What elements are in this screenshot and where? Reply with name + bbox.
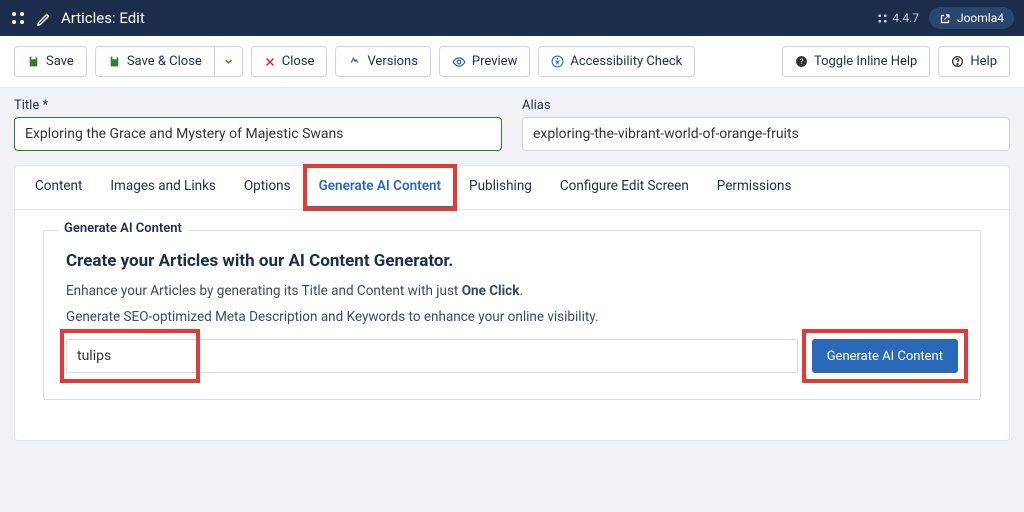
panel-heading: Create your Articles with our AI Content… xyxy=(66,251,958,271)
save-close-split: Save & Close xyxy=(95,46,243,77)
tabs: Content Images and Links Options Generat… xyxy=(15,166,1009,210)
page-title: Articles: Edit xyxy=(61,9,145,27)
toolbar: Save Save & Close Close xyxy=(0,36,1024,88)
alias-field: Alias xyxy=(522,98,1010,151)
topbar-left: Articles: Edit xyxy=(10,9,145,28)
fieldset-legend: Generate AI Content xyxy=(58,221,188,236)
help-button[interactable]: Help xyxy=(938,46,1010,77)
joomla-mini-icon xyxy=(877,11,888,25)
keyword-input-wrap xyxy=(66,339,798,373)
preview-button[interactable]: Preview xyxy=(439,46,530,77)
close-icon xyxy=(264,54,276,69)
question-icon xyxy=(951,54,964,69)
tab-publishing[interactable]: Publishing xyxy=(455,166,546,209)
generate-ai-fieldset: Generate AI Content Create your Articles… xyxy=(43,230,981,400)
title-label: Title * xyxy=(14,98,502,113)
accessibility-button[interactable]: Accessibility Check xyxy=(538,46,695,77)
toggle-inline-help-button[interactable]: ? Toggle Inline Help xyxy=(782,46,930,77)
panel-line2: Generate SEO-optimized Meta Description … xyxy=(66,309,958,325)
tab-body: Generate AI Content Create your Articles… xyxy=(15,210,1009,440)
save-close-button[interactable]: Save & Close xyxy=(95,46,214,77)
title-alias-row: Title * Alias xyxy=(0,88,1024,151)
title-field: Title * xyxy=(14,98,502,151)
save-close-dropdown[interactable] xyxy=(214,46,243,77)
tab-generate-ai[interactable]: Generate AI Content xyxy=(305,166,455,209)
svg-text:?: ? xyxy=(800,57,804,66)
close-button[interactable]: Close xyxy=(251,46,328,77)
site-name: Joomla4 xyxy=(957,11,1004,25)
accessibility-icon xyxy=(551,54,564,69)
chevron-down-icon xyxy=(223,54,234,69)
keyword-input[interactable] xyxy=(66,339,798,373)
external-link-icon xyxy=(939,11,951,25)
eye-icon xyxy=(452,54,466,69)
pencil-icon xyxy=(36,9,51,28)
generate-ai-button[interactable]: Generate AI Content xyxy=(812,339,958,373)
versions-icon xyxy=(348,54,361,69)
joomla-logo-icon xyxy=(10,10,26,26)
tab-permissions[interactable]: Permissions xyxy=(703,166,806,209)
version-badge: 4.4.7 xyxy=(877,11,919,25)
panel-line1: Enhance your Articles by generating its … xyxy=(66,283,958,299)
topbar: Articles: Edit 4.4.7 Joomla4 xyxy=(0,0,1024,36)
alias-label: Alias xyxy=(522,98,1010,113)
tab-content[interactable]: Content xyxy=(21,166,96,209)
generate-button-wrap: Generate AI Content xyxy=(812,339,958,373)
alias-input[interactable] xyxy=(522,117,1010,151)
tab-options[interactable]: Options xyxy=(230,166,305,209)
save-icon xyxy=(27,54,40,69)
tab-images-links[interactable]: Images and Links xyxy=(96,166,230,209)
topbar-right: 4.4.7 Joomla4 xyxy=(877,7,1014,29)
tabs-card: Content Images and Links Options Generat… xyxy=(14,165,1010,441)
save-icon xyxy=(108,54,121,69)
tab-configure-edit[interactable]: Configure Edit Screen xyxy=(546,166,703,209)
question-icon: ? xyxy=(795,54,808,69)
site-pill[interactable]: Joomla4 xyxy=(929,7,1014,29)
versions-button[interactable]: Versions xyxy=(335,46,430,77)
generate-row: Generate AI Content xyxy=(66,339,958,373)
version-text: 4.4.7 xyxy=(892,11,919,25)
save-button[interactable]: Save xyxy=(14,46,87,77)
title-input[interactable] xyxy=(14,117,502,151)
